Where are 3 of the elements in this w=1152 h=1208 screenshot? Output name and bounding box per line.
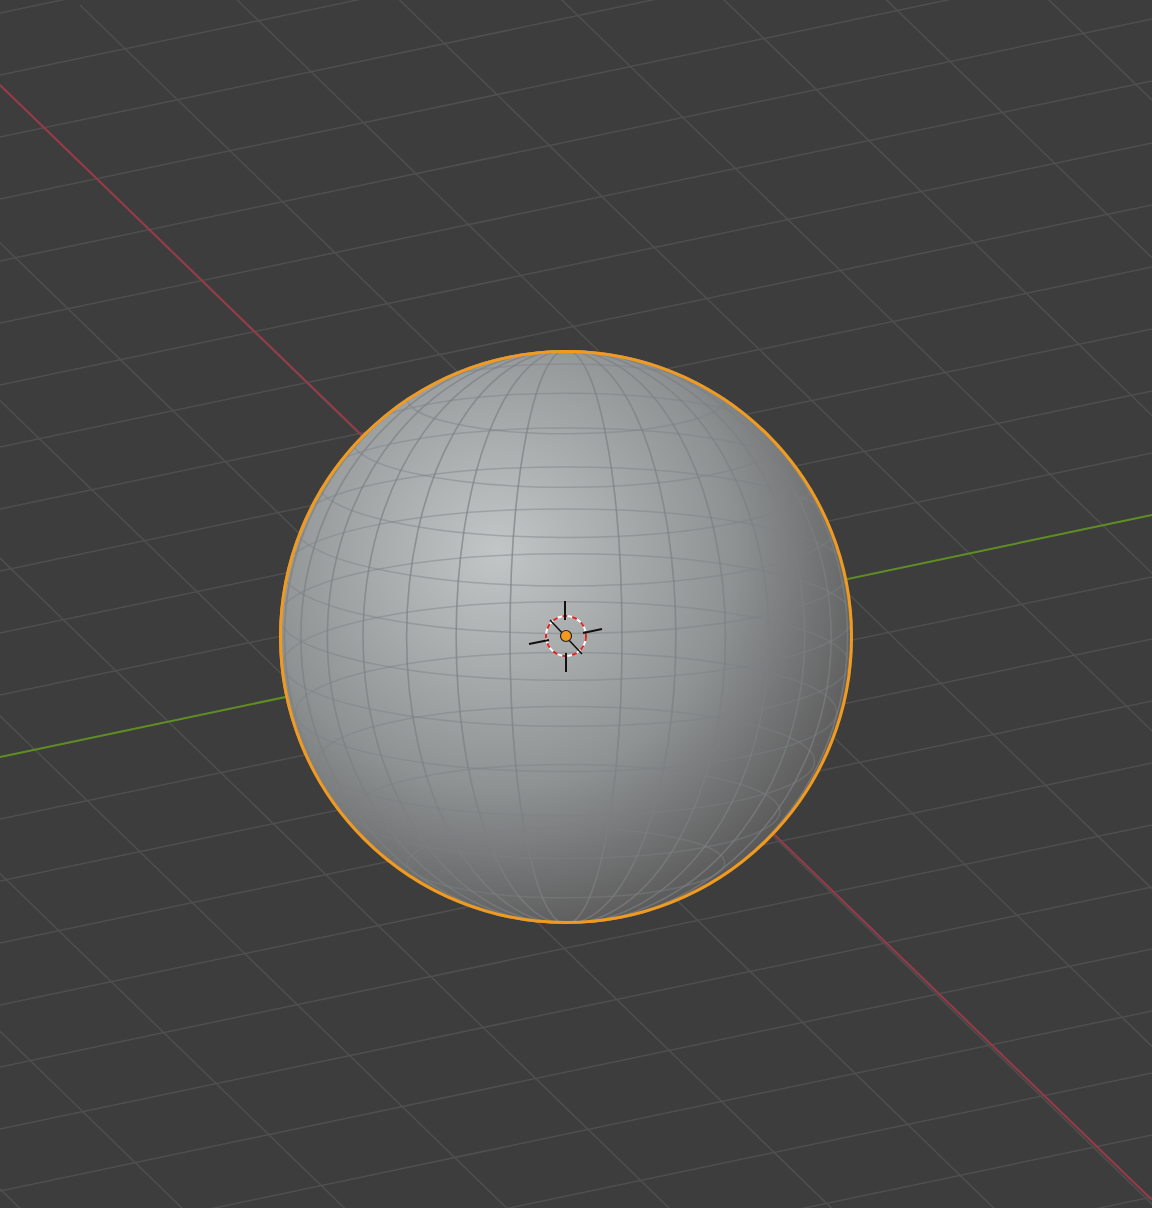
3d-cursor-icon[interactable] xyxy=(528,600,603,673)
sphere-drawing[interactable] xyxy=(279,350,853,924)
origin-dot xyxy=(559,629,573,643)
